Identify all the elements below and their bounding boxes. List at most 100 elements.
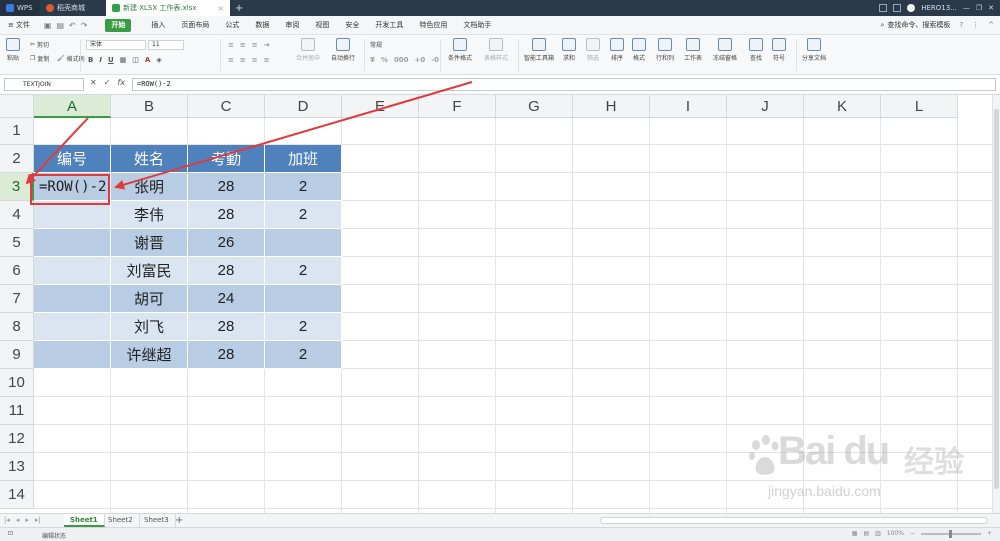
zoom-out-icon[interactable]: −	[910, 530, 915, 537]
collapse-ribbon-icon[interactable]: ^	[988, 21, 994, 29]
user-avatar[interactable]	[907, 4, 916, 12]
row-header-10[interactable]: 10	[0, 369, 34, 397]
align-right-icon[interactable]: ≡	[252, 56, 258, 64]
horizontal-scrollbar[interactable]	[600, 517, 988, 524]
table-cell[interactable]: 28	[188, 341, 265, 369]
filter-button[interactable]: 筛选	[586, 38, 600, 62]
row-header-7[interactable]: 7	[0, 285, 34, 313]
sum-button[interactable]: 求和	[562, 38, 576, 62]
help-icon[interactable]: ?	[959, 21, 963, 29]
thousands-icon[interactable]: 000	[394, 56, 409, 64]
font-color-icon[interactable]: A	[145, 56, 150, 64]
row-header-11[interactable]: 11	[0, 397, 34, 425]
sort-button[interactable]: 排序	[610, 38, 624, 62]
row-header-14[interactable]: 14	[0, 481, 34, 509]
macro-icon[interactable]: ⊡	[8, 530, 13, 537]
currency-icon[interactable]: ¥	[370, 56, 375, 64]
restore-icon[interactable]: ❐	[976, 4, 982, 12]
table-cell[interactable]: 许继超	[111, 341, 188, 369]
active-cell-a3[interactable]: =ROW()-2	[34, 173, 111, 201]
skin-icon[interactable]	[893, 4, 902, 12]
row-header-5[interactable]: 5	[0, 229, 34, 257]
table-header-cell[interactable]: 加班	[265, 145, 342, 173]
align-middle-icon[interactable]: ≡	[240, 41, 246, 49]
column-header-b[interactable]: B	[111, 95, 188, 118]
row-header-12[interactable]: 12	[0, 425, 34, 453]
next-sheet-icon[interactable]: ▸	[25, 516, 29, 524]
window-close-icon[interactable]: ✕	[988, 4, 994, 12]
indent-icon[interactable]: ⇥	[264, 41, 270, 49]
smart-toolbox-button[interactable]: 智能工具箱	[524, 38, 554, 62]
table-cell[interactable]: 24	[188, 285, 265, 313]
column-header-g[interactable]: G	[496, 95, 573, 118]
user-name[interactable]: HERO13...	[921, 4, 957, 12]
table-cell[interactable]: 26	[188, 229, 265, 257]
minimize-icon[interactable]: —	[963, 4, 970, 12]
command-search[interactable]: ⌕ 查找命令、搜索模板 ? ⋮ ^	[880, 20, 1000, 30]
table-cell[interactable]: 2	[265, 201, 342, 229]
table-cell[interactable]	[34, 313, 111, 341]
share-doc-button[interactable]: 分享文档	[802, 38, 826, 62]
prev-sheet-icon[interactable]: ◂	[16, 516, 20, 524]
row-header-6[interactable]: 6	[0, 257, 34, 285]
decimal-increase-icon[interactable]: +0	[415, 56, 426, 64]
table-cell[interactable]: 胡可	[111, 285, 188, 313]
align-bottom-icon[interactable]: ≡	[252, 41, 258, 49]
store-tab[interactable]: 稻壳商城	[40, 0, 106, 16]
formula-input[interactable]: =ROW()-2	[132, 78, 996, 91]
new-tab-button[interactable]: +	[230, 0, 248, 16]
page-layout-view-icon[interactable]: ▤	[863, 530, 869, 537]
column-header-d[interactable]: D	[265, 95, 342, 118]
ribbon-tab-view[interactable]: 视图	[307, 16, 337, 35]
column-header-f[interactable]: F	[419, 95, 496, 118]
zoom-level[interactable]: 100%	[887, 530, 904, 537]
find-button[interactable]: 查找	[749, 38, 763, 62]
align-top-icon[interactable]: ≡	[228, 41, 234, 49]
table-cell[interactable]: 刘飞	[111, 313, 188, 341]
table-header-cell[interactable]: 考勤	[188, 145, 265, 173]
paste-button[interactable]: 粘贴	[6, 38, 20, 62]
row-header-8[interactable]: 8	[0, 313, 34, 341]
column-header-e[interactable]: E	[342, 95, 419, 118]
percent-icon[interactable]: %	[381, 56, 388, 64]
table-cell[interactable]: 李伟	[111, 201, 188, 229]
row-header-2[interactable]: 2	[0, 145, 34, 173]
ribbon-tab-developer[interactable]: 开发工具	[367, 16, 411, 35]
column-header-j[interactable]: J	[727, 95, 804, 118]
table-cell[interactable]: 28	[188, 257, 265, 285]
row-header-4[interactable]: 4	[0, 201, 34, 229]
justify-icon[interactable]: ≡	[264, 56, 270, 64]
table-cell[interactable]: 2	[265, 341, 342, 369]
table-cell[interactable]: 张明	[111, 173, 188, 201]
format-button[interactable]: 格式	[632, 38, 646, 62]
layout-icon[interactable]	[879, 4, 888, 12]
column-header-h[interactable]: H	[573, 95, 650, 118]
table-cell[interactable]	[265, 285, 342, 313]
row-header-3[interactable]: 3	[0, 173, 34, 201]
redo-icon[interactable]: ↷	[81, 21, 88, 30]
sheet-tab-sheet2[interactable]: Sheet2	[102, 514, 140, 527]
normal-view-icon[interactable]: ▦	[852, 530, 858, 537]
column-header-c[interactable]: C	[188, 95, 265, 118]
undo-icon[interactable]: ↶	[69, 21, 76, 30]
close-tab-icon[interactable]: ×	[217, 4, 224, 13]
conditional-format-button[interactable]: 条件格式	[448, 38, 472, 62]
table-cell[interactable]: 2	[265, 257, 342, 285]
row-header-9[interactable]: 9	[0, 341, 34, 369]
table-cell[interactable]: 28	[188, 173, 265, 201]
cancel-formula-icon[interactable]: ✕	[90, 78, 97, 87]
zoom-in-icon[interactable]: +	[987, 530, 992, 537]
table-cell[interactable]	[34, 285, 111, 313]
decimal-decrease-icon[interactable]: -0	[431, 56, 439, 64]
first-sheet-icon[interactable]: |◂	[4, 516, 10, 524]
print-icon[interactable]: ▤	[56, 21, 64, 30]
table-cell[interactable]	[34, 257, 111, 285]
font-name-select[interactable]: 宋体	[86, 40, 146, 50]
table-header-cell[interactable]: 编号	[34, 145, 111, 173]
last-sheet-icon[interactable]: ▸|	[35, 516, 41, 524]
table-cell[interactable]	[265, 229, 342, 257]
clear-format-icon[interactable]: ◈	[156, 56, 161, 64]
file-tab[interactable]: 新建 XLSX 工作表.xlsx ×	[106, 0, 230, 16]
table-cell[interactable]: 28	[188, 313, 265, 341]
symbol-button[interactable]: 符号	[772, 38, 786, 62]
